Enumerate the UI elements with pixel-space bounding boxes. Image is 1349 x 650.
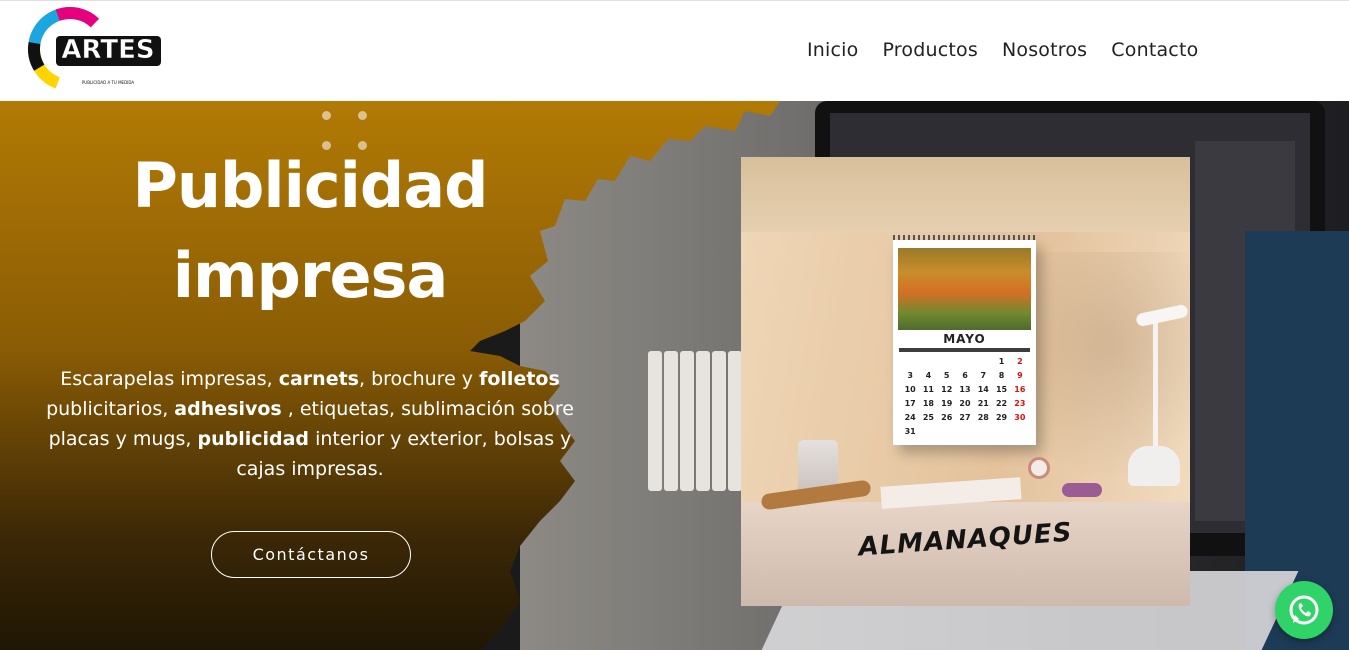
lamp-arm-decoration <box>1153 317 1158 447</box>
calendar-day: 9 <box>1017 371 1023 380</box>
hero-title: Publicidad impresa <box>110 141 510 321</box>
calendar-image: MAYO 1 2 3 4 5 6 7 8 9 10 11 12 13 14 15 16 17 18 19 20 21 22… <box>893 240 1036 445</box>
calendar-day <box>956 356 974 367</box>
calendar-day: 24 <box>904 413 916 422</box>
calendar-day <box>938 356 956 367</box>
nav-link-nosotros[interactable]: Nosotros <box>1002 39 1087 61</box>
calendar-day <box>974 426 992 437</box>
calendar-day: 29 <box>995 413 1008 422</box>
logo-line1: ARTES <box>61 35 154 65</box>
calendar-day: 27 <box>959 413 971 422</box>
tape-decoration <box>1062 483 1102 497</box>
calendar-day: 30 <box>1014 413 1026 422</box>
card-wall <box>741 157 1190 232</box>
calendar-day: 11 <box>922 385 934 394</box>
calendar-day: 10 <box>904 385 916 394</box>
desc-part: Escarapelas impresas, <box>60 368 279 390</box>
calendar-day: 14 <box>977 385 989 394</box>
clock-decoration <box>1028 457 1050 479</box>
main-nav: Inicio Productos Nosotros Contacto <box>807 39 1222 61</box>
nav-link-productos[interactable]: Productos <box>882 39 977 61</box>
desc-part: , brochure y <box>358 368 480 390</box>
calendar-day: 3 <box>907 371 913 380</box>
calendar-day: 13 <box>959 385 971 394</box>
calendar-day: 23 <box>1014 399 1026 408</box>
nav-link-inicio[interactable]: Inicio <box>807 39 858 61</box>
lamp-base-decoration <box>1128 446 1180 486</box>
hero-description: Escarapelas impresas, carnets, brochure … <box>30 364 590 484</box>
desc-keyword-carnets: carnets <box>278 368 359 390</box>
calendar-month: MAYO <box>943 332 986 346</box>
contact-button[interactable]: Contáctanos <box>211 531 411 578</box>
calendar-day: 25 <box>922 413 934 422</box>
calendar-day: 19 <box>941 399 953 408</box>
hero-title-line2: impresa <box>172 239 449 312</box>
whatsapp-button[interactable] <box>1275 581 1333 639</box>
calendar-day <box>992 426 1010 437</box>
calendar-day: 8 <box>998 371 1005 380</box>
calendar-day: 26 <box>941 413 953 422</box>
calendar-day: 21 <box>977 399 989 408</box>
desc-keyword-publicidad: publicidad <box>197 428 310 450</box>
calendar-day: 4 <box>925 371 932 380</box>
product-card-almanaques[interactable]: MAYO 1 2 3 4 5 6 7 8 9 10 11 12 13 14 15 16 17 18 19 20 21 22… <box>741 157 1190 606</box>
calendar-day <box>919 426 937 437</box>
calendar-day: 15 <box>995 385 1008 394</box>
calendar-day: 6 <box>962 371 968 380</box>
calendar-day <box>919 356 937 367</box>
desc-keyword-folletos: folletos <box>479 368 560 390</box>
calendar-photo <box>898 248 1031 330</box>
calendar-day: 2 <box>1017 357 1023 366</box>
calendar-day: 18 <box>922 399 934 408</box>
calendar-day: 31 <box>904 427 916 436</box>
logo-tagline: PUBLICIDAD A TU MEDIDA <box>82 80 134 85</box>
calendar-day: 28 <box>977 413 989 422</box>
calendar-days-grid: 1 2 3 4 5 6 7 8 9 10 11 12 13 14 15 16 17 18 19 20 21 22 23 24 2… <box>901 356 1029 437</box>
calendar-day: 7 <box>980 371 987 380</box>
site-header: ARTES PUBLICITARIAS PUBLICIDAD A TU MEDI… <box>0 0 1349 101</box>
desc-part: publicitarios, <box>46 398 175 420</box>
calendar-day: 5 <box>943 371 950 380</box>
calendar-day: 16 <box>1014 385 1026 394</box>
calendar-day: 22 <box>995 399 1008 408</box>
hero-section: Publicidad impresa Escarapelas impresas,… <box>0 101 1349 650</box>
desc-keyword-adhesivos: adhesivos <box>174 398 282 420</box>
nav-link-contacto[interactable]: Contacto <box>1111 39 1198 61</box>
whatsapp-icon <box>1289 595 1319 625</box>
logo-line2: PUBLICITARIAS <box>57 65 158 79</box>
calendar-day: 12 <box>941 385 953 394</box>
hero-title-line1: Publicidad <box>132 149 488 222</box>
calendar-day <box>974 356 992 367</box>
calendar-weekday-bar <box>899 348 1030 352</box>
calendar-day <box>956 426 974 437</box>
calendar-day: 17 <box>904 399 916 408</box>
calendar-day <box>1011 426 1029 437</box>
calendar-day <box>901 356 919 367</box>
calendar-day: 1 <box>998 357 1005 366</box>
calendar-day: 20 <box>959 399 971 408</box>
artes-publicitarias-logo[interactable]: ARTES PUBLICITARIAS PUBLICIDAD A TU MEDI… <box>26 3 166 99</box>
calendar-day <box>938 426 956 437</box>
